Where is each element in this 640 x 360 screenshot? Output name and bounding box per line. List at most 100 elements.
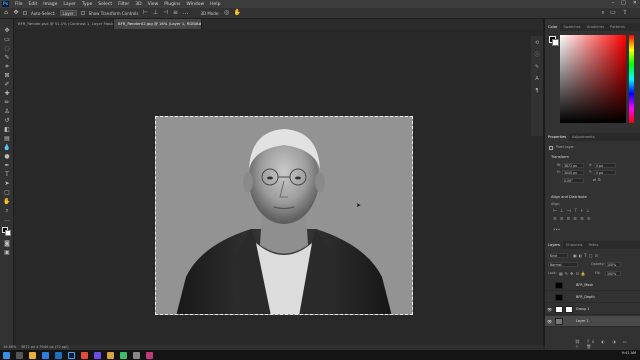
- layer-row[interactable]: 👁 Group 1: [545, 304, 640, 315]
- menu-file[interactable]: File: [12, 2, 26, 7]
- hue-slider[interactable]: [629, 35, 634, 123]
- move-tool-icon[interactable]: ✥: [3, 27, 11, 35]
- clone-stamp-tool-icon[interactable]: ♙: [3, 108, 11, 116]
- blur-tool-icon[interactable]: 💧: [3, 144, 11, 152]
- x-field[interactable]: 0 px: [594, 163, 616, 168]
- pen-tool-icon[interactable]: ✒: [3, 162, 11, 170]
- tab-channels[interactable]: Channels: [563, 241, 586, 249]
- brushes-icon[interactable]: ✎: [534, 64, 540, 70]
- menu-window[interactable]: Window: [183, 2, 207, 7]
- home-icon[interactable]: ⌂: [3, 10, 9, 16]
- auto-select-checkbox[interactable]: [23, 11, 27, 15]
- zoom-level[interactable]: 16.66%: [3, 345, 16, 349]
- background-color-swatch[interactable]: [5, 230, 11, 236]
- align-title[interactable]: Align and Distribute: [551, 195, 587, 199]
- tab-document-2[interactable]: BFR_Render02.jpg @ 16% (Layer 1, RGB/8#)…: [114, 19, 202, 29]
- app-icon[interactable]: [120, 351, 127, 359]
- shape-tool-icon[interactable]: ▢: [3, 189, 11, 197]
- marquee-tool-icon[interactable]: ▭: [3, 36, 11, 44]
- start-icon[interactable]: [3, 351, 10, 359]
- type-tool-icon[interactable]: T: [3, 171, 11, 179]
- maximize-icon[interactable]: □: [621, 0, 626, 6]
- transform-title[interactable]: Transform: [551, 155, 569, 159]
- menu-layer[interactable]: Layer: [60, 2, 79, 7]
- healing-brush-tool-icon[interactable]: ✚: [3, 90, 11, 98]
- width-field[interactable]: 3872 px: [562, 163, 584, 168]
- app-icon-3[interactable]: [146, 351, 153, 359]
- menu-type[interactable]: Type: [79, 2, 95, 7]
- share-icon[interactable]: ⇪: [622, 10, 628, 16]
- layer-name[interactable]: BFR_Depth: [576, 292, 595, 303]
- dodge-tool-icon[interactable]: ●: [3, 153, 11, 161]
- folder-icon[interactable]: [107, 351, 114, 359]
- brush-tool-icon[interactable]: ✏: [3, 99, 11, 107]
- menu-view[interactable]: View: [145, 2, 162, 7]
- close-icon[interactable]: ✕: [633, 0, 637, 6]
- align-left-icon[interactable]: ⊢: [142, 10, 148, 16]
- more-options-icon[interactable]: …: [182, 10, 188, 16]
- menu-plugins[interactable]: Plugins: [161, 2, 183, 7]
- layer-row-selected[interactable]: 👁 Layer 1: [545, 316, 640, 327]
- workspace[interactable]: ➤: [14, 29, 543, 345]
- gradient-tool-icon[interactable]: ▤: [3, 135, 11, 143]
- layer-name[interactable]: BFR_Mask: [576, 280, 593, 291]
- bg-color-chip[interactable]: [552, 39, 559, 46]
- eraser-tool-icon[interactable]: ◧: [3, 126, 11, 134]
- menu-image[interactable]: Image: [40, 2, 60, 7]
- workspace-icon[interactable]: ▭: [610, 10, 616, 16]
- align-right-icon[interactable]: ⊣: [162, 10, 168, 16]
- visibility-eye-icon[interactable]: 👁: [547, 304, 552, 315]
- menu-edit[interactable]: Edit: [26, 2, 41, 7]
- menu-3d[interactable]: 3D: [132, 2, 144, 7]
- more-tools-icon[interactable]: …: [3, 216, 11, 224]
- align-buttons-row2[interactable]: ≡≡≡≡≡≡: [553, 217, 594, 222]
- system-clock[interactable]: 9:41 AM: [622, 351, 636, 355]
- screen-mode-icon[interactable]: ▣: [3, 249, 11, 257]
- info-icon[interactable]: ⓘ: [534, 52, 540, 58]
- frame-tool-icon[interactable]: ⊠: [3, 72, 11, 80]
- file-explorer-icon[interactable]: [29, 351, 36, 359]
- layer-row[interactable]: BFR_Depth: [545, 292, 640, 303]
- browser-icon[interactable]: [42, 351, 49, 359]
- app-icon-2[interactable]: [133, 351, 140, 359]
- mail-icon[interactable]: [55, 351, 62, 359]
- tab-adjustments[interactable]: Adjustments: [569, 133, 598, 141]
- blend-mode-dropdown[interactable]: Normal: [548, 262, 578, 267]
- zoom-tool-icon[interactable]: ⌕: [3, 207, 11, 215]
- tab-color[interactable]: Color: [545, 23, 561, 31]
- tab-paths[interactable]: Paths: [586, 241, 602, 249]
- height-field[interactable]: 3040 px: [562, 170, 584, 175]
- tab-layers[interactable]: Layers: [545, 241, 563, 249]
- auto-select-dropdown[interactable]: Layer: [59, 10, 77, 16]
- hand-tool-icon[interactable]: ✋: [3, 198, 11, 206]
- layer-row[interactable]: BFR_Mask: [545, 280, 640, 291]
- angle-field[interactable]: 0.00°: [562, 178, 584, 183]
- layer-filter-icons[interactable]: ▣◐T▢⊡: [573, 253, 600, 258]
- layer-mask-thumbnail[interactable]: [565, 306, 573, 313]
- move-tool-icon[interactable]: ✥: [13, 10, 19, 16]
- eyedropper-tool-icon[interactable]: ✐: [3, 81, 11, 89]
- orbit-3d-icon[interactable]: ◎: [224, 10, 230, 16]
- show-transform-checkbox[interactable]: [80, 11, 85, 15]
- history-brush-tool-icon[interactable]: ↺: [3, 117, 11, 125]
- visibility-eye-icon[interactable]: 👁: [547, 316, 552, 327]
- tab-swatches[interactable]: Swatches: [560, 23, 583, 31]
- path-selection-tool-icon[interactable]: ➤: [3, 180, 11, 188]
- opacity-field[interactable]: 100%: [605, 262, 621, 267]
- layer-kind-filter[interactable]: Kind: [548, 253, 568, 258]
- search-icon[interactable]: [16, 351, 23, 359]
- align-center-icon[interactable]: ⊥: [152, 10, 158, 16]
- tab-document-1[interactable]: BFR_Render.psd @ 51.1% (Contrast 1, Laye…: [14, 19, 114, 29]
- music-icon[interactable]: [81, 351, 88, 359]
- tab-properties[interactable]: Properties: [545, 133, 570, 141]
- layer-actions-bar[interactable]: ⛓ fx ◐ ◑ ▭ ＋ 🗑: [575, 339, 640, 350]
- layer-name[interactable]: Layer 1: [576, 316, 589, 327]
- color-picker-field[interactable]: [560, 35, 626, 123]
- distribute-icon[interactable]: ≡: [172, 10, 178, 16]
- character-icon[interactable]: A: [534, 76, 540, 82]
- lock-icons[interactable]: ▦✎✥⊡🔒: [559, 271, 588, 276]
- pan-3d-icon[interactable]: ✋: [234, 10, 241, 16]
- menu-help[interactable]: Help: [207, 2, 223, 7]
- align-buttons-row1[interactable]: ⊢⊥⊣⊤⊦⊥: [553, 209, 593, 214]
- history-icon[interactable]: ⟲: [534, 40, 540, 46]
